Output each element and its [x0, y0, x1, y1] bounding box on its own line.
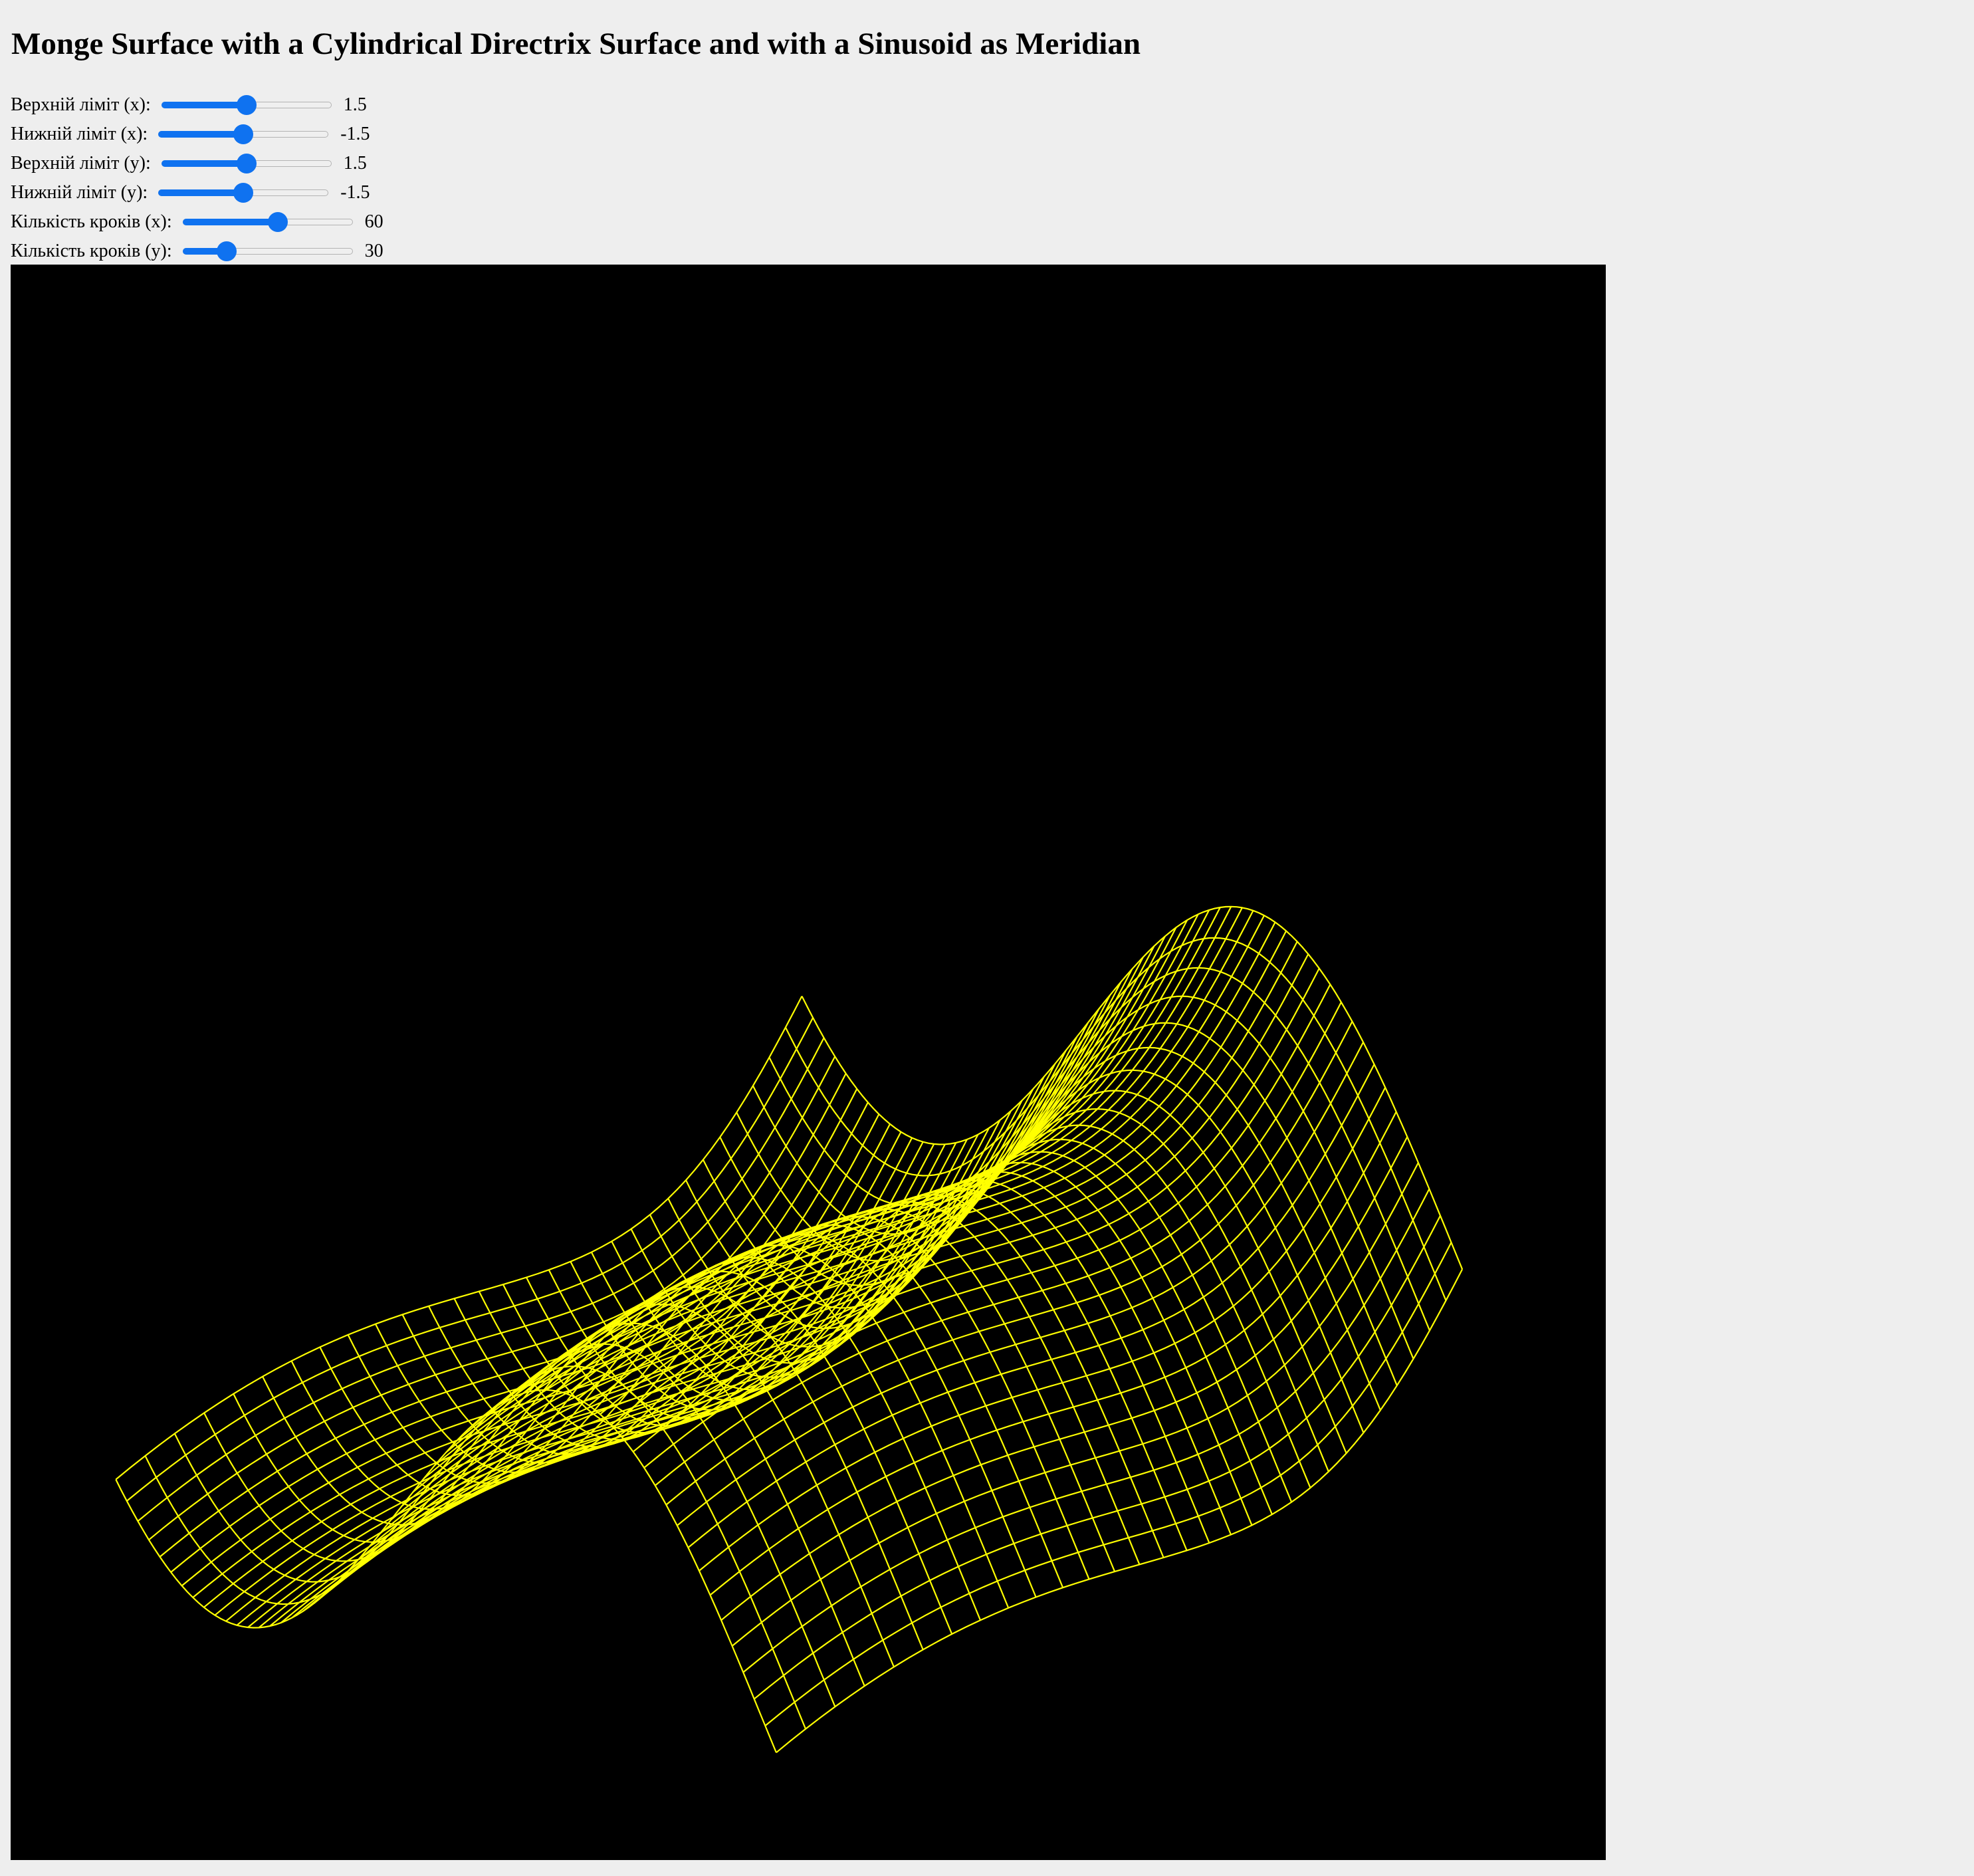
upper-limit-y-row: Верхній ліміт (y): 1.5	[11, 149, 367, 178]
upper-limit-y-slider[interactable]	[161, 154, 332, 174]
mesh-line-y	[290, 1270, 953, 1635]
mesh-line-x	[148, 1056, 836, 1541]
monge-surface-wireframe	[115, 905, 1464, 1754]
lower-limit-y-label: Нижній ліміт (y):	[11, 182, 148, 203]
steps-x-label: Кількість кроків (x):	[11, 211, 172, 232]
mesh-line-x	[368, 1063, 1056, 1548]
upper-limit-x-value: 1.5	[343, 94, 367, 115]
mesh-line-x	[556, 907, 1243, 1392]
lower-limit-y-slider[interactable]	[158, 183, 329, 203]
mesh-line-y	[478, 1201, 1141, 1565]
steps-y-row: Кількість кроків (y): 30	[11, 237, 384, 266]
upper-limit-x-row: Верхній ліміт (x): 1.5	[11, 90, 367, 120]
lower-limit-y-value: -1.5	[340, 182, 370, 203]
mesh-line-y	[144, 1365, 807, 1730]
mesh-line-x	[489, 927, 1177, 1412]
upper-limit-y-slider-thumb[interactable]	[236, 154, 257, 174]
mesh-line-x	[720, 1136, 1408, 1621]
upper-limit-y-value: 1.5	[343, 153, 367, 174]
mesh-line-x	[423, 995, 1111, 1479]
mesh-line-x	[225, 1137, 913, 1622]
mesh-line-x	[699, 1087, 1386, 1572]
mesh-line-x	[643, 984, 1331, 1468]
lower-limit-x-label: Нижній ліміт (x):	[11, 124, 148, 144]
steps-x-slider[interactable]	[182, 212, 353, 232]
steps-x-value: 60	[364, 211, 384, 232]
steps-y-slider[interactable]	[182, 241, 353, 261]
mesh-line-x	[181, 1102, 869, 1587]
lower-limit-x-slider-thumb[interactable]	[233, 124, 254, 144]
surface-viewport[interactable]	[11, 265, 1606, 1860]
mesh-line-x	[544, 906, 1232, 1391]
steps-x-slider-thumb[interactable]	[268, 212, 288, 232]
steps-y-value: 30	[364, 241, 384, 261]
lower-limit-y-row: Нижній ліміт (y): -1.5	[11, 178, 370, 207]
upper-limit-x-slider-thumb[interactable]	[236, 95, 257, 115]
upper-limit-y-label: Верхній ліміт (y):	[11, 153, 151, 174]
lower-limit-y-slider-thumb[interactable]	[233, 183, 254, 203]
steps-y-slider-thumb[interactable]	[217, 241, 237, 261]
steps-x-row: Кількість кроків (x): 60	[11, 207, 384, 237]
upper-limit-x-label: Верхній ліміт (x):	[11, 94, 151, 115]
mesh-line-y	[262, 1286, 924, 1650]
steps-y-label: Кількість кроків (y):	[11, 241, 172, 261]
upper-limit-x-slider[interactable]	[161, 95, 332, 115]
mesh-line-y	[752, 995, 1414, 1359]
lower-limit-x-value: -1.5	[340, 124, 370, 144]
lower-limit-x-row: Нижній ліміт (x): -1.5	[11, 120, 370, 149]
mesh-line-x	[247, 1143, 935, 1628]
mesh-line-y	[347, 1244, 1010, 1609]
mesh-line-x	[655, 1002, 1342, 1486]
mesh-line-x	[137, 1037, 825, 1522]
lower-limit-x-slider[interactable]	[158, 124, 329, 144]
page-title: Monge Surface with a Cylindrical Directr…	[11, 27, 1141, 61]
